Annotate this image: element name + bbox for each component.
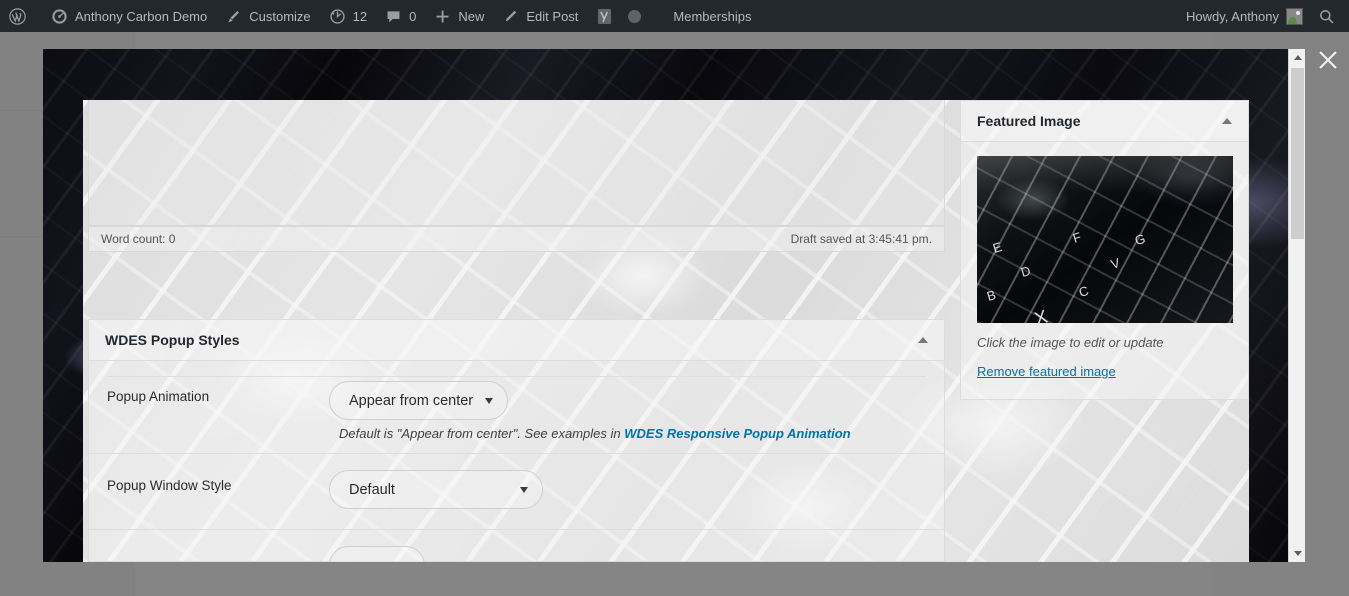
chevron-down-icon	[520, 486, 528, 493]
featured-image-title: Featured Image	[977, 113, 1081, 129]
chevron-down-icon	[485, 397, 494, 404]
admin-bar-item-site-name[interactable]: Anthony Carbon Demo	[42, 0, 216, 32]
featured-image-body: E D B F C V G X Click the image to edit …	[961, 142, 1248, 399]
admin-bar-item-memberships[interactable]: Memberships	[664, 0, 760, 32]
admin-bar-label-updates: 12	[352, 8, 368, 24]
popup-animation-hint: Default is "Appear from center". See exa…	[329, 420, 926, 453]
field-row-partial-next	[89, 530, 944, 562]
thumb-key-e: E	[990, 239, 1004, 256]
close-button[interactable]	[1313, 45, 1343, 75]
editor-status-bar: Word count: 0 Draft saved at 3:45:41 pm.	[88, 226, 945, 252]
wdes-metabox-body: Popup Animation Appear from center Defau…	[89, 361, 944, 562]
popup-window-style-control: Default	[329, 466, 926, 509]
admin-bar-label-site-name: Anthony Carbon Demo	[75, 8, 208, 24]
remove-featured-image-link[interactable]: Remove featured image	[977, 364, 1116, 379]
popup-animation-label: Popup Animation	[107, 389, 210, 404]
popup-animation-value: Appear from center	[349, 392, 474, 409]
admin-bar-item-howdy[interactable]: Howdy, Anthony	[1177, 0, 1312, 32]
modal-scrollbar[interactable]	[1288, 49, 1305, 562]
partial-field-label	[107, 542, 329, 554]
admin-bar-item-yoast-seo[interactable]	[587, 0, 624, 32]
admin-bar-right-group: Howdy, Anthony	[1177, 0, 1349, 32]
scrollbar-thumb[interactable]	[1291, 68, 1304, 239]
scroll-up-arrow-icon[interactable]	[1289, 49, 1305, 66]
thumb-key-f: F	[1070, 229, 1083, 246]
field-row-popup-animation: Popup Animation Appear from center Defau…	[89, 377, 944, 454]
preview-modal: Word count: 0 Draft saved at 3:45:41 pm.…	[43, 49, 1305, 562]
admin-bar-label-edit-post: Edit Post	[526, 8, 579, 24]
word-count: Word count: 0	[101, 232, 176, 246]
scroll-down-arrow-icon[interactable]	[1289, 545, 1305, 562]
chevron-up-icon[interactable]	[918, 337, 928, 343]
featured-image-header[interactable]: Featured Image	[961, 101, 1248, 142]
howdy-label: Howdy, Anthony	[1186, 8, 1279, 24]
popup-window-style-value: Default	[349, 481, 395, 498]
admin-bar-item-customize[interactable]: Customize	[216, 0, 319, 32]
wp-admin-bar: Anthony Carbon Demo Customize 12 0 New E…	[0, 0, 1349, 32]
admin-bar-item-edit-post[interactable]: Edit Post	[493, 0, 587, 32]
chevron-up-icon[interactable]	[1222, 118, 1232, 124]
partial-select[interactable]	[329, 546, 425, 562]
modal-content: Word count: 0 Draft saved at 3:45:41 pm.…	[83, 100, 1249, 562]
search-icon	[1318, 8, 1335, 25]
wdes-popup-styles-metabox: WDES Popup Styles Popup Animation Appear…	[88, 319, 945, 562]
metabox-top-spacer	[107, 361, 926, 377]
featured-image-metabox: Featured Image E D B F C V G X Click the…	[960, 100, 1249, 400]
editor-column: Word count: 0 Draft saved at 3:45:41 pm.…	[88, 100, 945, 562]
featured-image-thumbnail[interactable]: E D B F C V G X	[977, 156, 1233, 323]
yoast-seo-icon	[596, 8, 613, 25]
avatar	[1286, 7, 1303, 25]
admin-bar-label-comments: 0	[409, 8, 417, 24]
post-content-editor[interactable]	[88, 100, 945, 226]
admin-bar-item-seo-status[interactable]	[624, 0, 664, 32]
popup-window-style-label: Popup Window Style	[107, 478, 232, 493]
comment-bubble-icon	[385, 8, 402, 25]
admin-bar-label-customize: Customize	[249, 8, 311, 24]
partial-field-control	[329, 542, 926, 562]
draft-saved-status: Draft saved at 3:45:41 pm.	[790, 232, 932, 246]
paintbrush-icon	[225, 8, 242, 25]
thumb-key-d: D	[1019, 262, 1033, 281]
wdes-metabox-header[interactable]: WDES Popup Styles	[89, 320, 944, 361]
popup-window-style-select[interactable]: Default	[329, 470, 543, 509]
admin-bar-label-memberships: Memberships	[673, 8, 752, 24]
status-dot-icon	[628, 9, 642, 23]
admin-bar-item-search[interactable]	[1312, 0, 1349, 32]
thumb-key-v: V	[1108, 255, 1122, 272]
admin-bar-item-new[interactable]: New	[425, 0, 493, 32]
plus-icon	[434, 8, 451, 25]
field-row-popup-window-style: Popup Window Style Default	[89, 454, 944, 530]
thumb-key-c: C	[1077, 282, 1091, 301]
admin-bar-item-comments[interactable]: 0	[376, 0, 425, 32]
wdes-metabox-title: WDES Popup Styles	[105, 332, 240, 348]
admin-bar-item-updates[interactable]: 12	[320, 0, 376, 32]
dashboard-icon	[51, 8, 68, 25]
pencil-icon	[502, 8, 519, 25]
hint-text: Default is "Appear from center". See exa…	[339, 426, 625, 441]
popup-animation-control: Appear from center Default is "Appear fr…	[329, 377, 926, 453]
wdes-animation-docs-link[interactable]: WDES Responsive Popup Animation	[624, 426, 850, 441]
admin-bar-label-new: New	[458, 8, 485, 24]
featured-image-caption: Click the image to edit or update	[977, 335, 1164, 350]
thumb-key-g: G	[1133, 230, 1148, 249]
thumb-key-x: X	[1032, 306, 1051, 323]
wordpress-logo-icon	[9, 7, 26, 25]
admin-bar-item-wp-logo[interactable]	[0, 0, 42, 32]
thumb-key-b: B	[984, 287, 998, 304]
popup-animation-select[interactable]: Appear from center	[329, 381, 509, 420]
updates-icon	[329, 8, 346, 25]
close-icon	[1319, 51, 1337, 69]
